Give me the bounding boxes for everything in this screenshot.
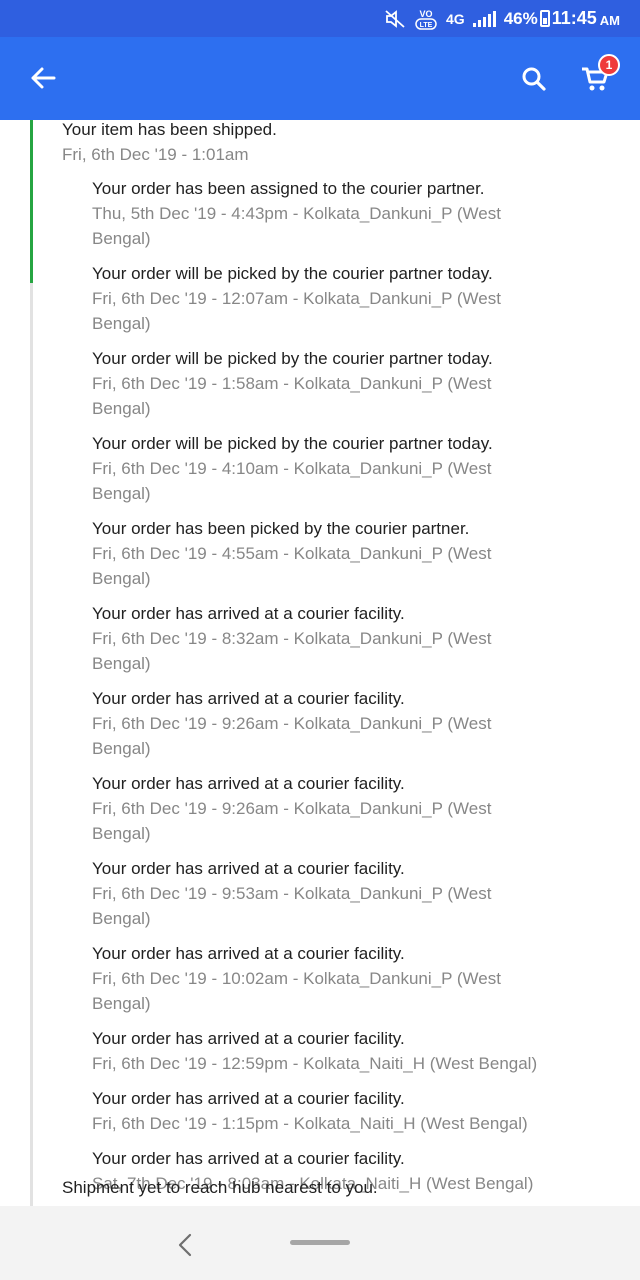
home-pill-button[interactable]: [290, 1240, 350, 1245]
event-title: Your order will be picked by the courier…: [92, 264, 493, 283]
event-detail: Fri, 6th Dec '19 - 10:02am - Kolkata_Dan…: [92, 969, 501, 988]
event-detail-continued: Bengal): [92, 824, 151, 843]
event-detail-continued: Bengal): [92, 994, 151, 1013]
shipped-status: Your item has been shipped. Fri, 6th Dec…: [62, 120, 622, 165]
event-detail-continued: Bengal): [92, 739, 151, 758]
event-detail-continued: Bengal): [92, 229, 151, 248]
event-title: Your order has arrived at a courier faci…: [92, 1149, 405, 1168]
event-detail: Fri, 6th Dec '19 - 9:26am - Kolkata_Dank…: [92, 714, 492, 733]
timeline-progress: [30, 120, 33, 283]
list-item: Your order has arrived at a courier faci…: [92, 856, 632, 931]
event-title: Your order has arrived at a courier faci…: [92, 944, 405, 963]
clock-time: 11:45: [551, 8, 597, 28]
event-title: Your order will be picked by the courier…: [92, 349, 493, 368]
list-item: Your order will be picked by the courier…: [92, 431, 632, 506]
list-item: Your order has arrived at a courier faci…: [92, 1026, 632, 1076]
event-detail-continued: Bengal): [92, 909, 151, 928]
event-detail-continued: Bengal): [92, 314, 151, 333]
event-detail: Fri, 6th Dec '19 - 4:10am - Kolkata_Dank…: [92, 459, 492, 478]
svg-text:LTE: LTE: [420, 22, 433, 29]
nav-back-button[interactable]: [168, 1228, 202, 1262]
event-list: Your order has been assigned to the cour…: [92, 176, 632, 1206]
status-bar: VO LTE 4G 46% 11:45 AM: [0, 0, 640, 37]
list-item: Your order has arrived at a courier faci…: [92, 941, 632, 1016]
event-detail: Thu, 5th Dec '19 - 4:43pm - Kolkata_Dank…: [92, 204, 501, 223]
shipped-title: Your item has been shipped.: [62, 120, 277, 139]
event-title: Your order has been picked by the courie…: [92, 519, 470, 538]
event-title: Your order has arrived at a courier faci…: [92, 774, 405, 793]
svg-text:VO: VO: [420, 9, 433, 19]
clock-ampm: AM: [599, 12, 620, 28]
event-title: Your order has arrived at a courier faci…: [92, 689, 405, 708]
event-detail-continued: Bengal): [92, 569, 151, 588]
network-type: 4G: [446, 10, 465, 27]
cart-badge: 1: [598, 54, 620, 76]
event-title: Your order has arrived at a courier faci…: [92, 1089, 405, 1108]
back-button[interactable]: [26, 61, 60, 95]
event-title: Your order has been assigned to the cour…: [92, 179, 485, 198]
app-bar: 1: [0, 37, 640, 120]
event-detail-continued: Bengal): [92, 654, 151, 673]
event-detail: Fri, 6th Dec '19 - 1:58am - Kolkata_Dank…: [92, 374, 492, 393]
search-button[interactable]: [516, 61, 552, 97]
event-detail: Fri, 6th Dec '19 - 1:15pm - Kolkata_Nait…: [92, 1114, 528, 1133]
volte-icon: VO LTE: [414, 7, 438, 31]
battery-percent: 46%: [503, 8, 538, 28]
list-item: Your order has been assigned to the cour…: [92, 176, 632, 251]
mute-icon: [384, 9, 406, 29]
signal-icon: [472, 10, 496, 27]
nav-back-icon: [178, 1233, 192, 1257]
battery-icon: [539, 10, 550, 27]
event-detail: Fri, 6th Dec '19 - 9:53am - Kolkata_Dank…: [92, 884, 492, 903]
pending-status: Shipment yet to reach hub nearest to you…: [62, 1178, 378, 1197]
list-item: Your order has arrived at a courier faci…: [92, 771, 632, 846]
event-detail: Fri, 6th Dec '19 - 8:32am - Kolkata_Dank…: [92, 629, 492, 648]
list-item: Your order has arrived at a courier faci…: [92, 601, 632, 676]
cart-button[interactable]: 1: [578, 54, 622, 99]
event-detail: Fri, 6th Dec '19 - 9:26am - Kolkata_Dank…: [92, 799, 492, 818]
event-title: Your order will be picked by the courier…: [92, 434, 493, 453]
event-title: Your order has arrived at a courier faci…: [92, 604, 405, 623]
list-item: Your order will be picked by the courier…: [92, 261, 632, 336]
list-item: Your order has arrived at a courier faci…: [92, 1086, 632, 1136]
event-detail-continued: Bengal): [92, 484, 151, 503]
event-detail: Fri, 6th Dec '19 - 12:59pm - Kolkata_Nai…: [92, 1054, 538, 1073]
list-item: Your order has arrived at a courier faci…: [92, 686, 632, 761]
list-item: Your order has been picked by the courie…: [92, 516, 632, 591]
system-nav-bar: [0, 1206, 640, 1280]
event-detail: Fri, 6th Dec '19 - 4:55am - Kolkata_Dank…: [92, 544, 492, 563]
event-title: Your order has arrived at a courier faci…: [92, 1029, 405, 1048]
event-detail: Fri, 6th Dec '19 - 12:07am - Kolkata_Dan…: [92, 289, 501, 308]
back-arrow-icon: [31, 67, 56, 89]
event-title: Your order has arrived at a courier faci…: [92, 859, 405, 878]
list-item: Your order will be picked by the courier…: [92, 346, 632, 421]
shipped-time: Fri, 6th Dec '19 - 1:01am: [62, 145, 249, 164]
event-detail-continued: Bengal): [92, 399, 151, 418]
search-icon: [522, 67, 546, 91]
tracking-timeline: Your item has been shipped. Fri, 6th Dec…: [0, 120, 640, 1206]
